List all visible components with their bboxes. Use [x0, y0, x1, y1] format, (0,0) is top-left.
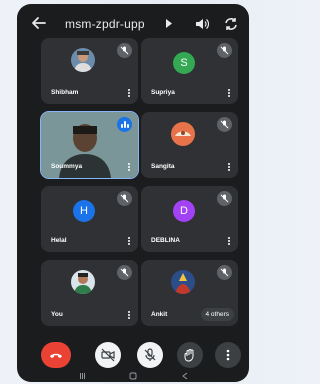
participant-tile-video[interactable]: Soummya [40, 111, 139, 179]
more-vert-icon[interactable] [126, 88, 132, 98]
end-call-button[interactable] [41, 342, 71, 368]
avatar: D [173, 200, 195, 222]
mic-off-badge [117, 265, 132, 280]
call-controls [17, 342, 249, 370]
participant-tile-self[interactable]: You [41, 260, 138, 326]
speaker-icon[interactable] [195, 17, 209, 31]
participant-name: Soummya [51, 163, 83, 170]
mic-off-badge [217, 43, 232, 58]
avatar [171, 122, 195, 146]
chevron-right-icon[interactable] [165, 19, 173, 28]
mic-off-icon [220, 194, 229, 203]
recents-icon[interactable] [79, 372, 87, 380]
mic-off-icon [120, 268, 129, 277]
participant-name: Sangita [151, 163, 175, 170]
more-vert-icon[interactable] [226, 162, 232, 172]
more-vert-icon[interactable] [226, 88, 232, 98]
avatar [171, 270, 195, 294]
participant-name: Ankit [151, 311, 168, 318]
participant-name: You [51, 311, 63, 318]
mic-off-badge [117, 191, 132, 206]
participant-tile[interactable]: Sangita [141, 112, 238, 178]
mic-off-icon [220, 46, 229, 55]
participant-name: DEBLINA [151, 237, 180, 244]
participant-tile[interactable]: D DEBLINA [141, 186, 238, 252]
raise-hand-button[interactable] [177, 342, 203, 368]
mic-off-icon [120, 46, 129, 55]
back-icon[interactable] [181, 372, 189, 380]
switch-camera-icon[interactable] [223, 16, 239, 32]
avatar: S [173, 52, 195, 74]
end-call-icon [50, 353, 62, 358]
more-options-button[interactable] [215, 342, 241, 368]
avatar [71, 270, 95, 294]
mic-off-badge [217, 191, 232, 206]
mic-off-icon [120, 194, 129, 203]
participant-tile-overflow[interactable]: Ankit 4 others [141, 260, 238, 326]
others-count-badge[interactable]: 4 others [200, 308, 234, 321]
back-arrow-icon[interactable] [31, 15, 47, 31]
raise-hand-icon [184, 349, 194, 362]
participant-tile[interactable]: Shibham [41, 38, 138, 104]
avatar [71, 48, 95, 72]
system-nav-bar [17, 370, 249, 382]
mic-off-badge [217, 265, 232, 280]
participant-tile[interactable]: S Supriya [141, 38, 238, 104]
mic-off-badge [217, 117, 232, 132]
home-icon[interactable] [129, 372, 137, 380]
mic-toggle-button[interactable] [137, 342, 163, 368]
mic-off-icon [144, 348, 156, 361]
mic-off-icon [220, 268, 229, 277]
participant-tile[interactable]: H Helal [41, 186, 138, 252]
meet-call-screen: msm-zpdr-upp Shibham S Supriya Soummya S… [17, 4, 249, 382]
camera-off-icon [101, 348, 115, 362]
more-vert-icon[interactable] [126, 310, 132, 320]
more-vert-icon[interactable] [226, 236, 232, 246]
avatar: H [73, 200, 95, 222]
mic-off-badge [117, 43, 132, 58]
more-vert-icon[interactable] [126, 162, 132, 172]
participant-name: Shibham [51, 89, 79, 96]
participant-name: Supriya [151, 89, 175, 96]
participant-name: Helal [51, 237, 67, 244]
meeting-code[interactable]: msm-zpdr-upp [65, 17, 145, 31]
speaking-indicator-icon [117, 117, 132, 132]
camera-toggle-button[interactable] [95, 342, 121, 368]
mic-off-icon [220, 120, 229, 129]
more-vert-icon [226, 349, 230, 361]
more-vert-icon[interactable] [126, 236, 132, 246]
